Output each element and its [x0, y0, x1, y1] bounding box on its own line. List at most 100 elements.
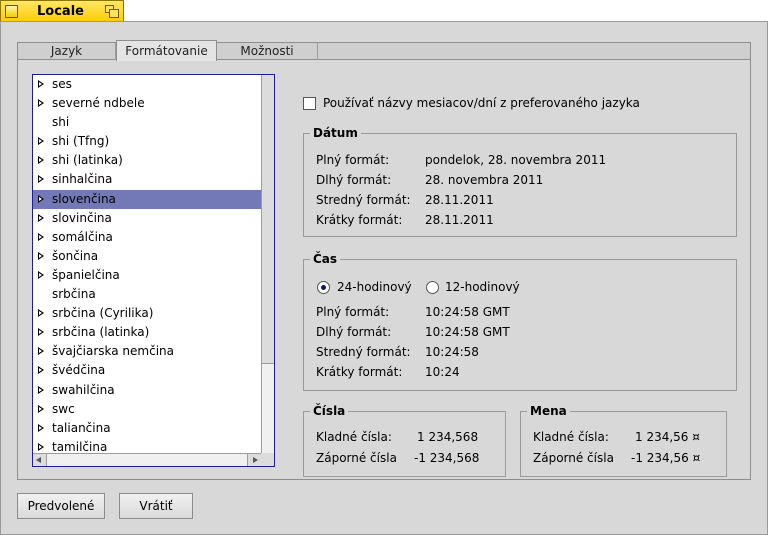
- radio-24-label[interactable]: 24-hodinový: [337, 280, 412, 294]
- list-item-label: swahilčina: [52, 382, 115, 397]
- list-item[interactable]: srbčina (latinka): [33, 323, 261, 342]
- list-item[interactable]: srbčina (Cyrilika): [33, 304, 261, 323]
- list-item-label: slovinčina: [52, 210, 112, 225]
- numbers-group: Čísla Kladné čísla: 1 234,568 Záporné čí…: [303, 403, 506, 477]
- expand-triangle-icon[interactable]: [38, 80, 44, 88]
- expand-triangle-icon[interactable]: [38, 442, 44, 451]
- list-item-label: shi (latinka): [52, 153, 123, 168]
- list-item[interactable]: sinhalčina: [33, 170, 261, 189]
- time-medium-label: Stredný formát:: [316, 345, 411, 359]
- expand-triangle-icon[interactable]: [38, 404, 44, 413]
- list-item[interactable]: ses: [33, 75, 261, 94]
- expand-triangle-icon[interactable]: [38, 194, 44, 203]
- revert-button[interactable]: Vrátiť: [119, 493, 193, 519]
- numbers-negative-label: Záporné čísla: [316, 451, 397, 465]
- time-short-value: 10:24: [425, 365, 460, 379]
- close-icon[interactable]: [5, 5, 18, 18]
- date-full-value: pondelok, 28. novembra 2011: [425, 153, 607, 167]
- date-long-label: Dlhý formát:: [316, 173, 392, 187]
- numbers-positive-label: Kladné čísla:: [316, 430, 392, 444]
- window-tab[interactable]: Locale: [0, 0, 124, 22]
- radio-24-hour[interactable]: [317, 281, 330, 294]
- date-short-value: 28.11.2011: [425, 213, 494, 227]
- time-full-label: Plný formát:: [316, 305, 390, 319]
- tab-formatting[interactable]: Formátovanie: [116, 40, 217, 61]
- scroll-right-icon[interactable]: [253, 457, 258, 463]
- expand-triangle-icon[interactable]: [38, 175, 44, 184]
- list-item[interactable]: španielčina: [33, 266, 261, 285]
- preferred-names-checkbox[interactable]: [303, 97, 316, 110]
- currency-positive-value: 1 234,56 ¤: [635, 430, 700, 444]
- zoom-icon[interactable]: [105, 5, 119, 18]
- radio-12-hour[interactable]: [426, 281, 439, 294]
- numbers-negative-value: -1 234,568: [414, 451, 480, 465]
- date-medium-value: 28.11.2011: [425, 193, 494, 207]
- scroll-left-icon[interactable]: [36, 457, 41, 463]
- list-item[interactable]: švédčina: [33, 361, 261, 380]
- list-item[interactable]: srbčina: [33, 285, 261, 304]
- expand-triangle-icon[interactable]: [38, 213, 44, 222]
- currency-negative-label: Záporné čísla: [533, 451, 614, 465]
- currency-negative-value: -1 234,56 ¤: [631, 451, 701, 465]
- date-group-title: Dátum: [310, 125, 361, 141]
- list-item[interactable]: somálčina: [33, 228, 261, 247]
- list-item-label: taliančina: [52, 420, 111, 435]
- tab-language[interactable]: Jazyk: [18, 43, 116, 60]
- list-item[interactable]: švajčiarska nemčina: [33, 342, 261, 361]
- list-item[interactable]: severné ndbele: [33, 94, 261, 113]
- expand-triangle-icon[interactable]: [38, 423, 44, 432]
- radio-12-label[interactable]: 12-hodinový: [445, 280, 520, 294]
- list-item-label: shi (Tfng): [52, 134, 110, 149]
- vertical-scrollbar[interactable]: [261, 75, 274, 453]
- currency-group-title: Mena: [527, 403, 570, 419]
- scroll-corner: [261, 453, 274, 466]
- list-item-label: španielčina: [52, 267, 120, 282]
- expand-triangle-icon[interactable]: [38, 99, 44, 108]
- date-medium-label: Stredný formát:: [316, 193, 411, 207]
- expand-triangle-icon[interactable]: [38, 232, 44, 241]
- preferred-names-label: Používať názvy mesiacov/dní z preferovan…: [323, 96, 640, 110]
- list-item-label: švédčina: [52, 363, 106, 378]
- tab-options[interactable]: Možnosti: [217, 43, 318, 60]
- expand-triangle-icon[interactable]: [38, 347, 44, 356]
- time-full-value: 10:24:58 GMT: [425, 305, 510, 319]
- list-item[interactable]: šončina: [33, 247, 261, 266]
- time-group: Čas 24-hodinový 12-hodinový Plný formát:…: [303, 251, 737, 391]
- list-item[interactable]: taliančina: [33, 419, 261, 438]
- expand-triangle-icon[interactable]: [38, 137, 44, 146]
- currency-positive-label: Kladné čísla:: [533, 430, 609, 444]
- list-item[interactable]: swc: [33, 400, 261, 419]
- defaults-button[interactable]: Predvolené: [17, 493, 105, 519]
- numbers-positive-value: 1 234,568: [417, 430, 479, 444]
- list-item[interactable]: shi (Tfng): [33, 132, 261, 151]
- list-item[interactable]: tamilčina: [33, 438, 261, 453]
- language-list[interactable]: ses severné ndbele shi shi (Tfng) shi (latin…: [32, 74, 275, 467]
- horizontal-scrollbar[interactable]: [33, 453, 261, 466]
- list-item[interactable]: shi: [33, 113, 261, 132]
- time-long-label: Dlhý formát:: [316, 325, 392, 339]
- numbers-group-title: Čísla: [310, 403, 349, 419]
- expand-triangle-icon[interactable]: [38, 270, 44, 279]
- vertical-scroll-thumb[interactable]: [262, 363, 274, 453]
- list-item-label: šončina: [52, 248, 99, 263]
- expand-triangle-icon[interactable]: [38, 309, 44, 318]
- expand-triangle-icon[interactable]: [38, 385, 44, 394]
- list-item-selected[interactable]: slovenčina: [33, 189, 261, 209]
- time-short-label: Krátky formát:: [316, 365, 403, 379]
- list-item-label: sinhalčina: [52, 172, 113, 187]
- expand-triangle-icon[interactable]: [38, 366, 44, 375]
- list-item[interactable]: swahilčina: [33, 381, 261, 400]
- tab-panel: Jazyk Formátovanie Možnosti ses severné n…: [17, 40, 751, 480]
- expand-triangle-icon[interactable]: [38, 328, 44, 337]
- list-item-label: srbčina (Cyrilika): [52, 306, 154, 321]
- window-frame: Jazyk Formátovanie Možnosti ses severné n…: [0, 21, 768, 535]
- horizontal-scroll-thumb[interactable]: [46, 454, 248, 466]
- expand-triangle-icon[interactable]: [38, 156, 44, 165]
- expand-triangle-icon[interactable]: [38, 251, 44, 260]
- date-full-label: Plný formát:: [316, 153, 390, 167]
- list-item[interactable]: slovinčina: [33, 209, 261, 228]
- list-item-label: ses: [52, 77, 72, 91]
- language-list-items: ses severné ndbele shi shi (Tfng) shi (latin…: [33, 75, 261, 453]
- list-item[interactable]: shi (latinka): [33, 151, 261, 170]
- list-item-label: shi: [52, 115, 70, 130]
